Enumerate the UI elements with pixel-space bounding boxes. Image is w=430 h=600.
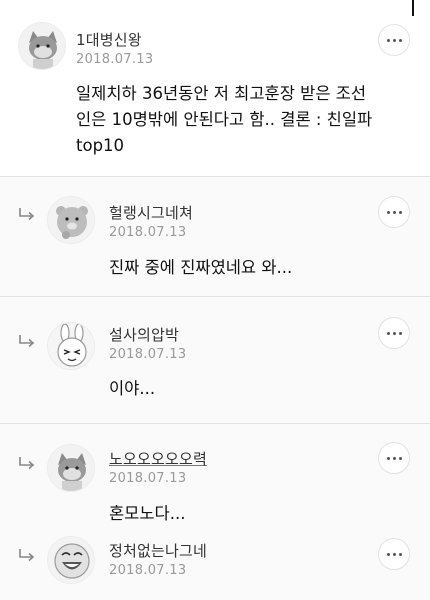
comment-text: 혼모노다... — [109, 504, 186, 523]
cat-character-avatar-icon[interactable] — [47, 444, 95, 492]
comment-author[interactable]: 설사의압박 — [109, 324, 179, 345]
reply-arrow-icon — [19, 549, 35, 562]
more-options-icon — [386, 210, 390, 214]
reply-item: 설사의압박 2018.07.13 이야... — [0, 297, 430, 423]
comment-date: 2018.07.13 — [109, 347, 187, 362]
more-options-button[interactable] — [378, 538, 410, 570]
more-options-button[interactable] — [378, 196, 410, 228]
laughing-face-avatar-icon[interactable] — [47, 536, 95, 584]
comment-author[interactable]: 1대병신왕 — [76, 29, 142, 50]
comment-text: 일제치하 36년동안 저 최고훈장 받은 조선 인은 10명밖에 안된다고 함.… — [76, 84, 373, 155]
cat-character-avatar-icon[interactable] — [18, 22, 66, 70]
comment-author[interactable]: 정처없는나그네 — [109, 540, 207, 561]
reply-arrow-icon — [19, 335, 35, 348]
comment-thread-screen: 1대병신왕 2018.07.13 일제치하 36년동안 저 최고훈장 받은 조선… — [0, 0, 430, 600]
reply-arrow-icon — [19, 208, 35, 221]
bear-character-avatar-icon[interactable] — [47, 196, 95, 244]
more-options-button[interactable] — [378, 442, 410, 474]
comment-author[interactable]: 노오오오오오력 — [109, 448, 207, 469]
reply-item: 헐랭시그네쳐 2018.07.13 진짜 중에 진짜였네요 와... — [0, 177, 430, 296]
comment-text: 이야... — [109, 379, 156, 398]
reply-item: 노오오오오오력 2018.07.13 혼모노다... — [0, 424, 430, 525]
comment-item: 1대병신왕 2018.07.13 일제치하 36년동안 저 최고훈장 받은 조선… — [0, 0, 430, 176]
comment-date: 2018.07.13 — [109, 563, 187, 578]
reply-item: 정처없는나그네 2018.07.13 — [0, 525, 430, 600]
more-options-button[interactable] — [378, 317, 410, 349]
comment-text: 진짜 중에 진짜였네요 와... — [109, 258, 293, 277]
comment-author[interactable]: 헐랭시그네쳐 — [109, 202, 193, 223]
more-options-icon — [386, 38, 390, 42]
more-options-button[interactable] — [378, 24, 410, 56]
comment-date: 2018.07.13 — [109, 471, 187, 486]
more-options-icon — [386, 331, 390, 335]
comment-date: 2018.07.13 — [76, 52, 154, 67]
more-options-icon — [386, 552, 390, 556]
comment-date: 2018.07.13 — [109, 225, 187, 240]
rabbit-character-avatar-icon[interactable] — [47, 322, 95, 370]
reply-arrow-icon — [19, 457, 35, 470]
more-options-icon — [386, 456, 390, 460]
